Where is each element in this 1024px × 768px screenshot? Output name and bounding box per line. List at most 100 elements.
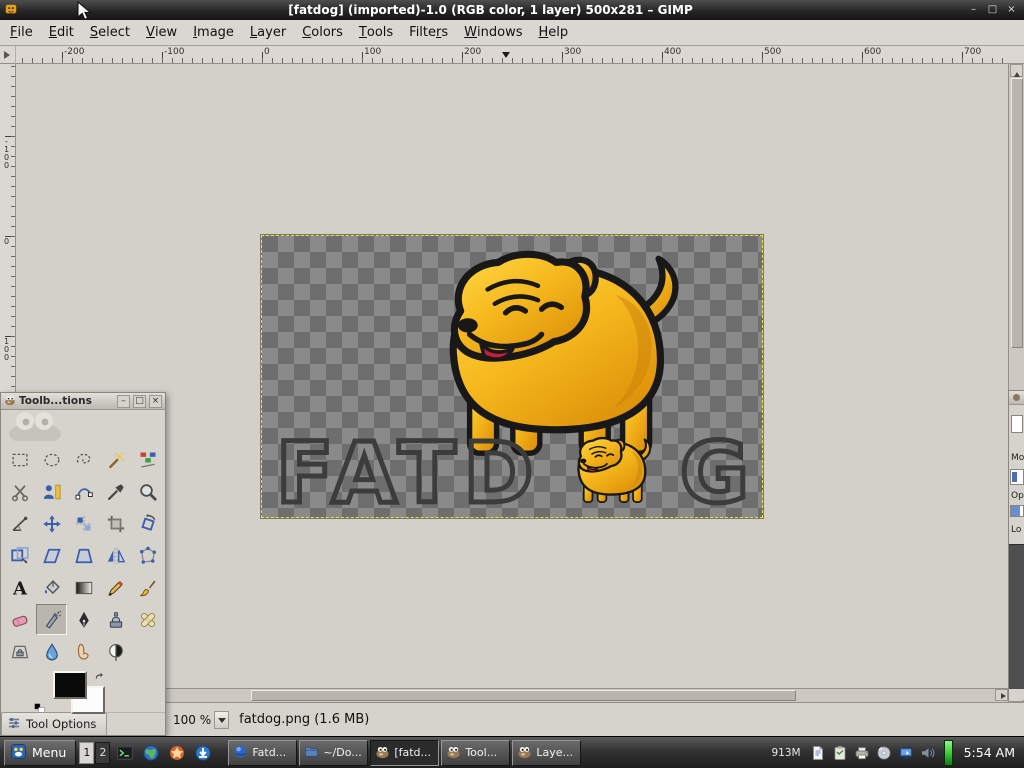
tool-align[interactable] <box>68 508 99 539</box>
blue-sphere-icon <box>233 744 248 762</box>
toolbox-maximize-button[interactable]: □ <box>133 395 146 408</box>
menu-edit[interactable]: Edit <box>41 20 82 45</box>
tool-scale[interactable] <box>4 540 35 571</box>
tool-scissors-select[interactable] <box>4 476 35 507</box>
task-window-do[interactable]: ~/Do... <box>299 740 368 766</box>
tray-disc-icon[interactable] <box>874 743 894 763</box>
tool-eraser[interactable] <box>4 604 35 635</box>
tray-document-icon[interactable] <box>808 743 828 763</box>
task-window-fatd[interactable]: [fatd... <box>370 740 439 766</box>
menu-tools[interactable]: Tools <box>351 20 401 45</box>
tool-paintbrush[interactable] <box>132 572 163 603</box>
tool-options-tab[interactable]: Tool Options <box>1 712 107 735</box>
fatdog-artwork[interactable]: FATD G <box>262 236 762 517</box>
launcher-browser-icon[interactable] <box>139 741 163 765</box>
tray-volume-icon[interactable] <box>918 743 938 763</box>
menu-filters[interactable]: Filters <box>401 20 456 45</box>
minimize-button[interactable]: – <box>965 3 982 18</box>
tool-ink[interactable] <box>68 604 99 635</box>
tool-smudge[interactable] <box>68 636 99 667</box>
menu-help[interactable]: Help <box>530 20 576 45</box>
toolbox-titlebar[interactable]: Toolb...tions – □ × <box>1 393 165 410</box>
tool-paths[interactable] <box>68 476 99 507</box>
tool-flip[interactable] <box>100 540 131 571</box>
menu-select[interactable]: Select <box>82 20 138 45</box>
tool-select-by-color[interactable] <box>132 444 163 475</box>
zoom-level[interactable]: 100 % <box>170 713 214 727</box>
launcher-terminal-icon[interactable] <box>113 741 137 765</box>
task-window-laye[interactable]: Laye... <box>512 740 581 766</box>
tray-printer-icon[interactable] <box>852 743 872 763</box>
tool-measure[interactable] <box>4 508 35 539</box>
tool-text[interactable]: A <box>4 572 35 603</box>
close-button[interactable]: × <box>1003 3 1020 18</box>
launcher-download-icon[interactable] <box>191 741 215 765</box>
menu-view[interactable]: View <box>138 20 185 45</box>
window-title: [fatdog] (imported)-1.0 (RGB color, 1 la… <box>18 3 963 17</box>
tool-rectangle-select[interactable] <box>4 444 35 475</box>
tool-free-select[interactable] <box>68 444 99 475</box>
tool-bucket-fill[interactable] <box>36 572 67 603</box>
layers-titlebar[interactable] <box>1009 391 1024 405</box>
hruler-label-0: 0 <box>264 47 270 57</box>
menu-image[interactable]: Image <box>185 20 242 45</box>
tool-heal[interactable] <box>132 604 163 635</box>
zoom-dropdown-button[interactable] <box>214 711 229 729</box>
layers-mode-dropdown[interactable] <box>1010 469 1024 485</box>
tool-dodge-burn[interactable] <box>100 636 131 667</box>
vertical-scrollbar-thumb[interactable] <box>1011 78 1023 348</box>
tool-blend[interactable] <box>68 572 99 603</box>
task-window-buttons: Fatd...~/Do...[fatd...Tool...Laye... <box>228 740 581 766</box>
window-titlebar[interactable]: [fatdog] (imported)-1.0 (RGB color, 1 la… <box>0 0 1024 20</box>
layers-opacity-slider[interactable] <box>1010 505 1024 517</box>
scroll-up-button[interactable] <box>1010 64 1023 77</box>
menu-colors[interactable]: Colors <box>294 20 351 45</box>
menu-button[interactable]: Menu <box>4 740 76 766</box>
foreground-color-swatch[interactable] <box>53 671 87 699</box>
task-window-fatd[interactable]: Fatd... <box>228 740 297 766</box>
tray-network-icon[interactable] <box>896 743 916 763</box>
launcher-package-icon[interactable] <box>165 741 189 765</box>
tool-shear[interactable] <box>36 540 67 571</box>
ruler-position-marker <box>502 52 510 62</box>
layers-window-sliver[interactable]: Mo Op Lo <box>1008 390 1024 700</box>
toolbox-title: Toolb...tions <box>19 395 114 407</box>
menu-file[interactable]: File <box>2 20 41 45</box>
horizontal-scrollbar-thumb[interactable] <box>251 690 796 701</box>
vruler-label--100: -100 <box>1 138 12 170</box>
tool-rotate[interactable] <box>132 508 163 539</box>
tool-cage-transform[interactable] <box>132 540 163 571</box>
ruler-corner <box>1008 46 1024 64</box>
maximize-button[interactable]: □ <box>984 3 1001 18</box>
tool-perspective[interactable] <box>68 540 99 571</box>
layers-opacity-label: Op <box>1011 491 1024 501</box>
workspace-2[interactable]: 2 <box>95 742 110 764</box>
tool-zoom[interactable] <box>132 476 163 507</box>
tool-crop[interactable] <box>100 508 131 539</box>
layers-list[interactable] <box>1009 544 1024 689</box>
menu-windows[interactable]: Windows <box>456 20 530 45</box>
tool-foreground-select[interactable] <box>36 476 67 507</box>
ruler-corner-menu-button[interactable] <box>0 46 16 64</box>
canvas-image[interactable]: FATD G <box>261 235 763 518</box>
tool-ellipse-select[interactable] <box>36 444 67 475</box>
tool-move[interactable] <box>36 508 67 539</box>
toolbox-close-button[interactable]: × <box>149 395 162 408</box>
menu-layer[interactable]: Layer <box>242 20 294 45</box>
toolbox-minimize-button[interactable]: – <box>117 395 130 408</box>
layers-window-icon <box>1013 394 1020 401</box>
tool-perspective-clone[interactable] <box>4 636 35 667</box>
tool-clone[interactable] <box>100 604 131 635</box>
tray-clipboard-icon[interactable] <box>830 743 850 763</box>
horizontal-ruler[interactable]: -200-1000100200300400500600700 <box>16 46 1008 64</box>
tool-pencil[interactable] <box>100 572 131 603</box>
workspace-1[interactable]: 1 <box>79 742 94 764</box>
hruler-label-600: 600 <box>864 47 881 57</box>
tool-airbrush[interactable] <box>36 604 67 635</box>
tool-color-picker[interactable] <box>100 476 131 507</box>
tool-fuzzy-select[interactable] <box>100 444 131 475</box>
task-window-tool[interactable]: Tool... <box>441 740 510 766</box>
tool-blur-sharpen[interactable] <box>36 636 67 667</box>
svg-text:A: A <box>11 578 27 598</box>
scroll-right-button[interactable] <box>995 689 1008 701</box>
